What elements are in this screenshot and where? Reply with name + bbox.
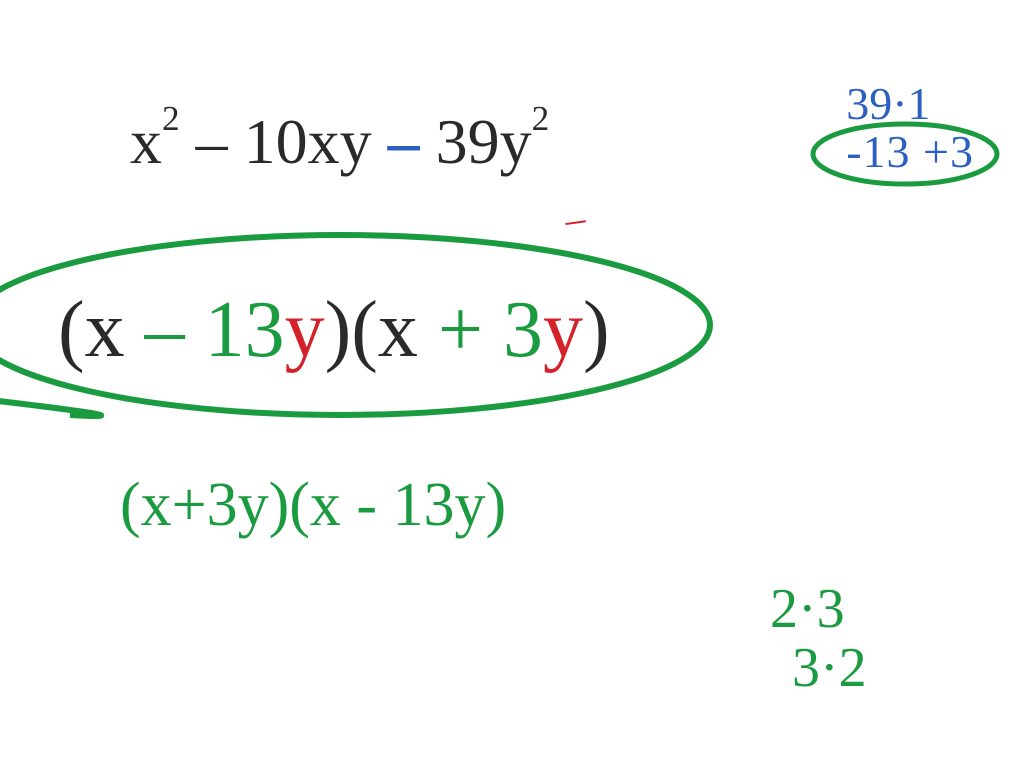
small-pairs: 2·3 3·2 [770,580,867,698]
small-pair-b: 3·2 [792,639,867,698]
small-pair-a: 2·3 [770,580,867,639]
exp-1: 2 [162,99,180,138]
term-39y: 39y [436,106,532,177]
circle-answer-icon [0,215,740,435]
minus-blue: – [388,106,436,177]
term-x: x [130,106,162,177]
problem-expression: x2 – 10xy – 39y2 [130,105,549,179]
exp-2: 2 [532,99,550,138]
rewritten-answer: (x+3y)(x - 13y) [120,470,506,541]
term-10xy: – 10xy [196,106,372,177]
whiteboard-canvas: x2 – 10xy – 39y2 – 39·1 -13 +3 (x – 13y)… [0,0,1024,768]
circle-pair-icon [808,118,1003,190]
